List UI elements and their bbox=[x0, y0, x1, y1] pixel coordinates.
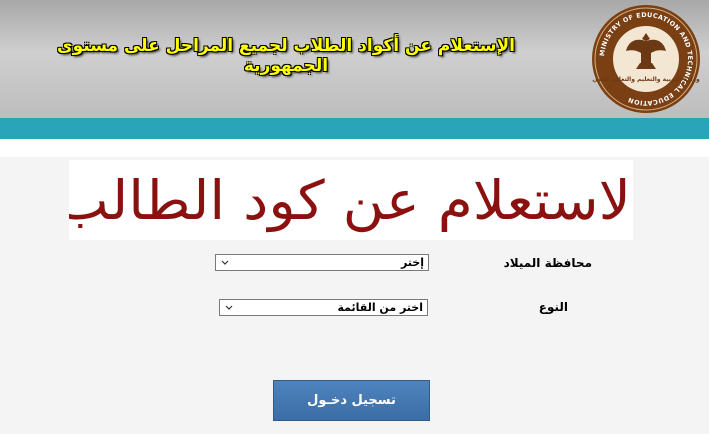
governorate-selected-value: إختر bbox=[400, 256, 424, 269]
governorate-label: محافظة الميلاد bbox=[503, 256, 592, 270]
chevron-down-icon bbox=[225, 305, 233, 310]
white-spacer bbox=[0, 139, 709, 157]
gender-label: النوع bbox=[538, 300, 568, 314]
header-title: الإستعلام عن أكواد الطلاب لجميع المراحل … bbox=[57, 36, 515, 76]
gender-select[interactable]: اختر من القائمة bbox=[219, 299, 428, 316]
page-header: الإستعلام عن أكواد الطلاب لجميع المراحل … bbox=[0, 0, 709, 118]
gender-selected-value: اختر من القائمة bbox=[337, 301, 423, 314]
student-code-banner: الاستعلام عن كود الطالب bbox=[69, 160, 633, 240]
banner-text: الاستعلام عن كود الطالب bbox=[69, 168, 633, 232]
logo-arabic-text: وزارة التربية والتعليم والتعليم الفني bbox=[592, 76, 700, 83]
login-button[interactable]: تسجيل دخـول bbox=[273, 380, 430, 421]
governorate-select[interactable]: إختر bbox=[215, 254, 429, 271]
ministry-logo: MINISTRY OF EDUCATION AND TECHNICAL EDUC… bbox=[592, 5, 700, 113]
teal-divider-bar bbox=[0, 118, 709, 139]
chevron-down-icon bbox=[221, 260, 229, 265]
